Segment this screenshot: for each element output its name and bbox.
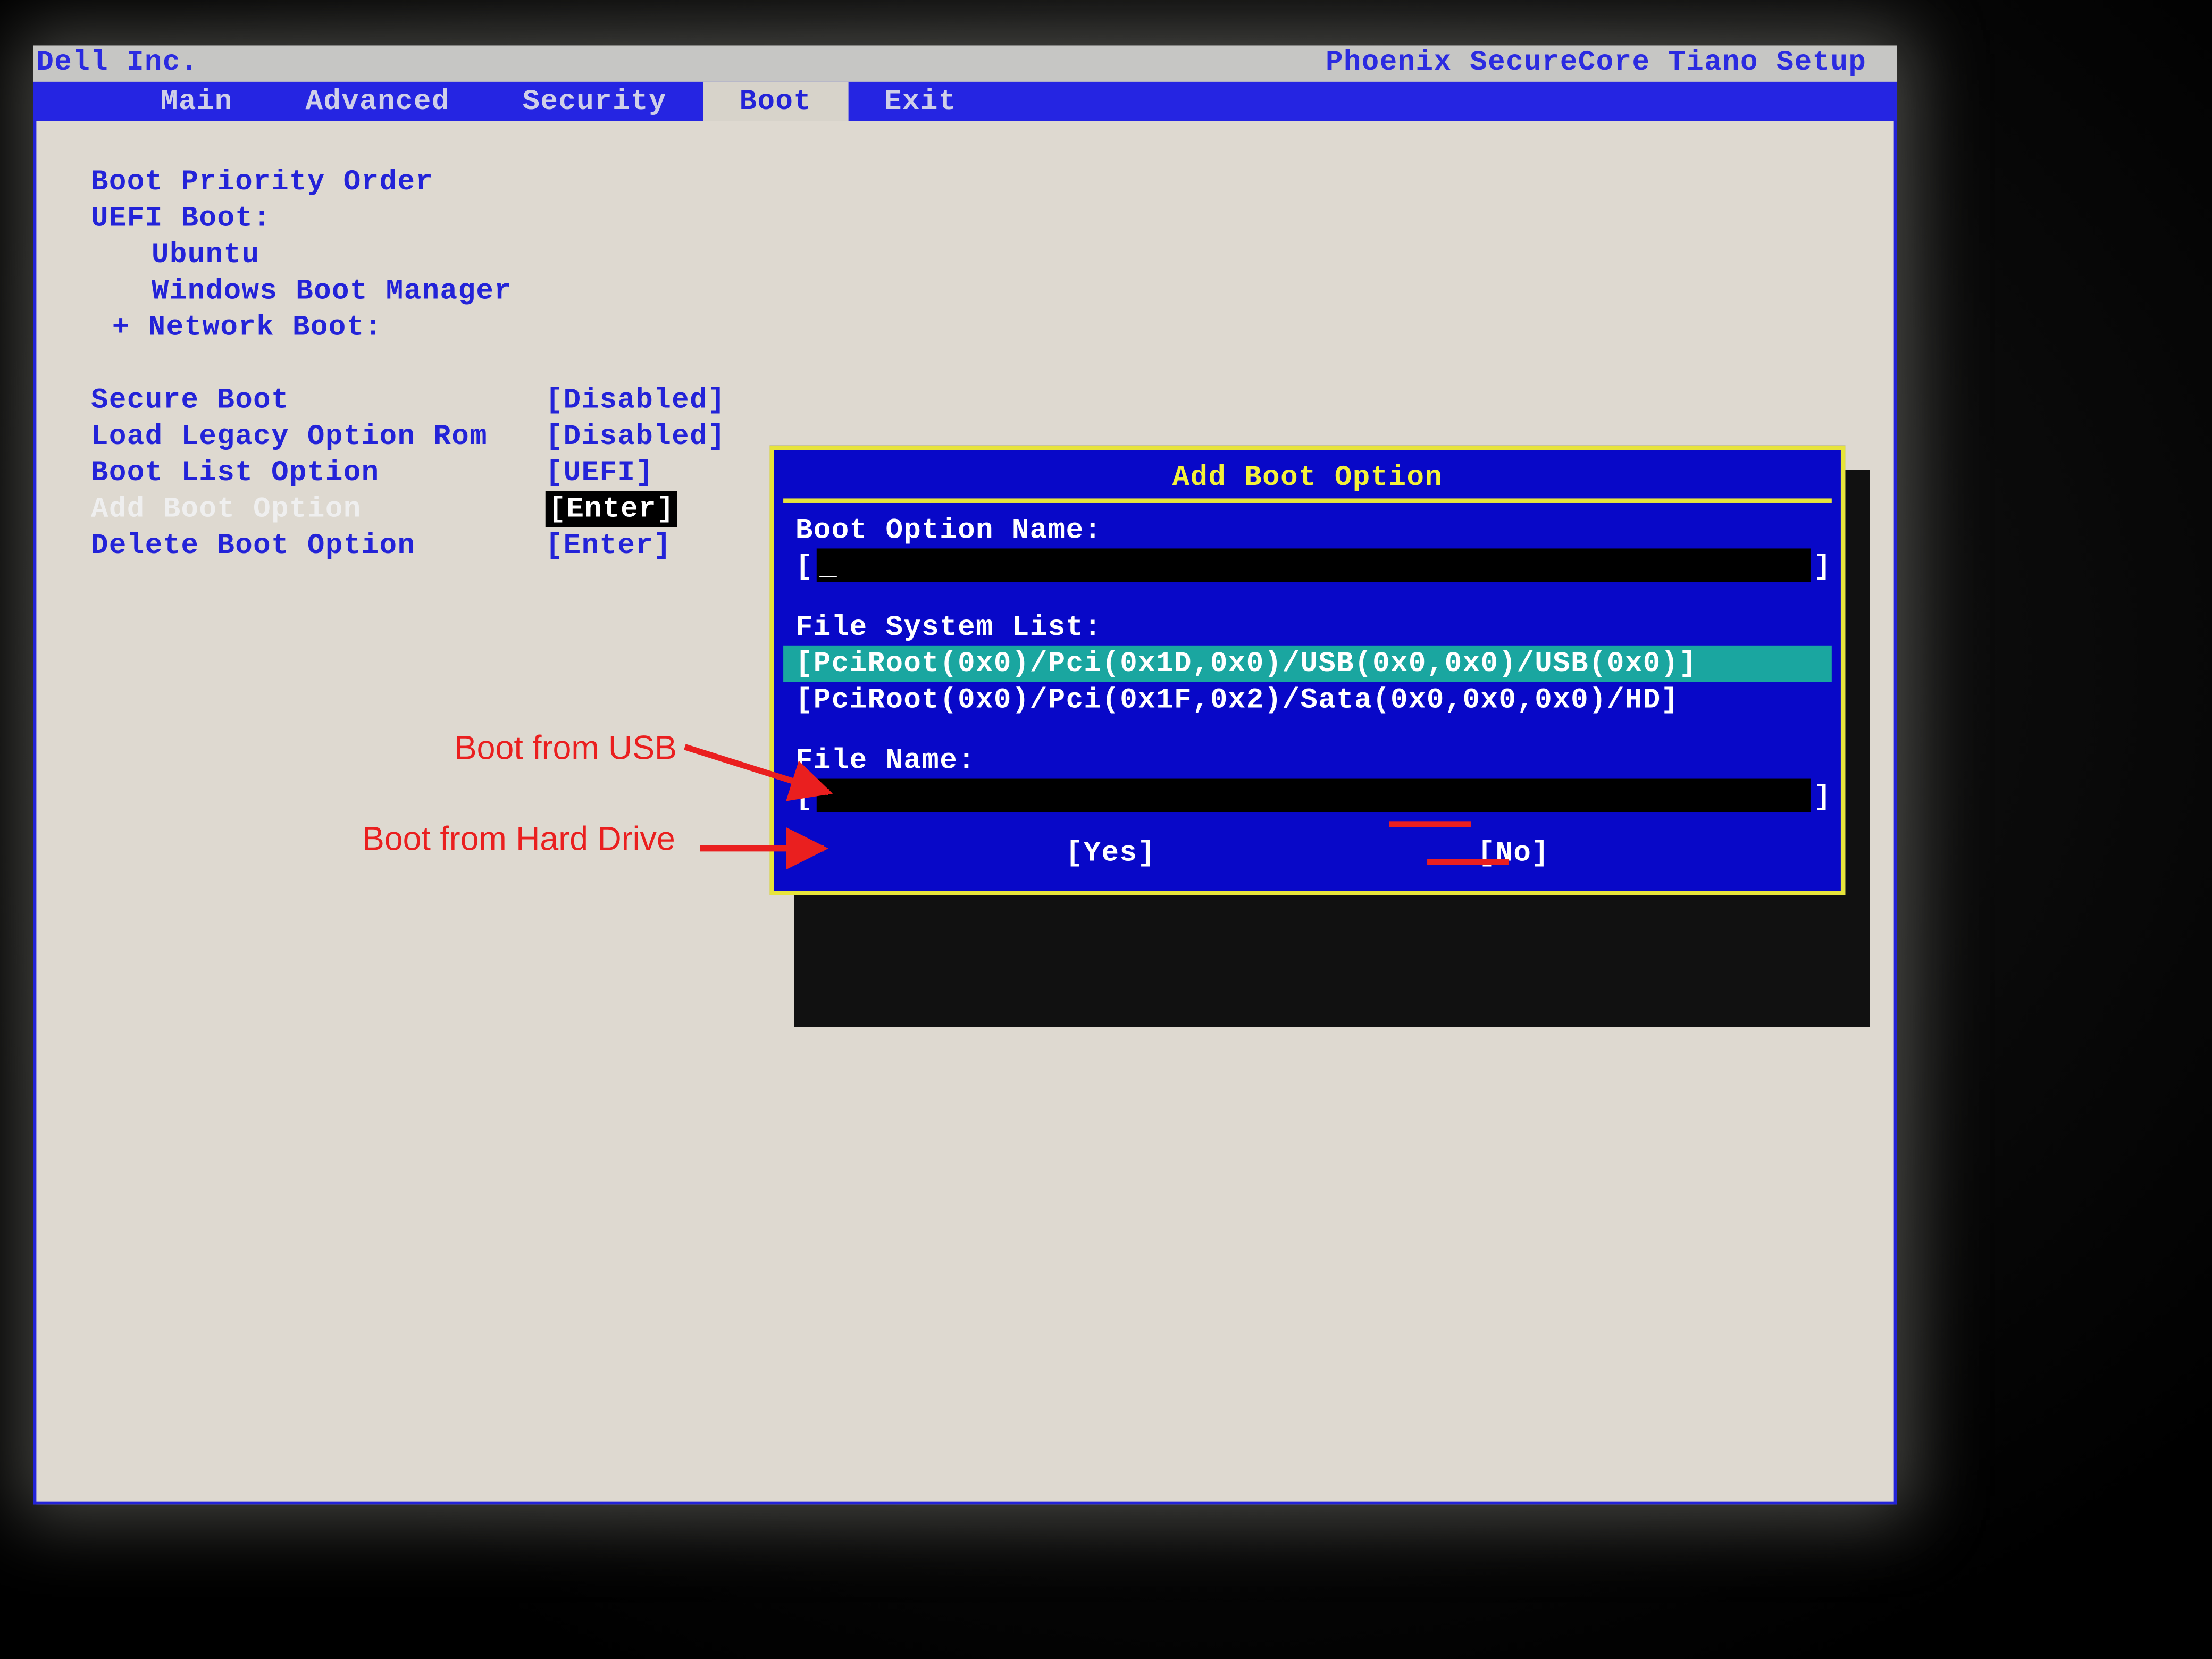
product-label: Phoenix SecureCore Tiano Setup xyxy=(1326,45,1897,81)
network-boot-label[interactable]: + Network Boot: xyxy=(91,309,1866,345)
dialog-buttons: [Yes] [No] xyxy=(783,815,1832,870)
underline-usb xyxy=(1389,821,1471,827)
tab-boot[interactable]: Boot xyxy=(703,82,848,121)
tab-main[interactable]: Main xyxy=(124,82,269,121)
boot-item-windows[interactable]: Windows Boot Manager xyxy=(91,273,1866,309)
underline-sata xyxy=(1427,859,1509,865)
yes-button[interactable]: [Yes] xyxy=(1066,836,1156,870)
tab-security[interactable]: Security xyxy=(486,82,703,121)
boot-option-name-field-row: [ _ ] xyxy=(783,548,1832,584)
annotation-hdd: Boot from Hard Drive xyxy=(362,819,675,859)
boot-priority-heading: Boot Priority Order xyxy=(91,164,1866,200)
boot-page: Boot Priority Order UEFI Boot: Ubuntu Wi… xyxy=(33,121,1897,1504)
boot-option-name-label: Boot Option Name: xyxy=(783,512,1832,548)
bios-screen: Dell Inc. Phoenix SecureCore Tiano Setup… xyxy=(33,45,1897,1504)
tab-advanced[interactable]: Advanced xyxy=(269,82,486,121)
brand-bar: Dell Inc. Phoenix SecureCore Tiano Setup xyxy=(33,45,1897,81)
arrow-usb-icon xyxy=(685,735,867,810)
dialog-rule xyxy=(783,498,1832,503)
vendor-label: Dell Inc. xyxy=(33,45,199,81)
boot-option-name-input[interactable]: _ xyxy=(817,548,1811,582)
fs-item-usb[interactable]: [PciRoot(0x0)/Pci(0x1D,0x0)/USB(0x0,0x0)… xyxy=(783,646,1832,682)
file-name-label: File Name: xyxy=(783,742,1832,778)
uefi-boot-label: UEFI Boot: xyxy=(91,200,1866,236)
add-boot-option-dialog: Add Boot Option Boot Option Name: [ _ ] … xyxy=(769,446,1845,895)
fs-item-sata[interactable]: [PciRoot(0x0)/Pci(0x1F,0x2)/Sata(0x0,0x0… xyxy=(783,682,1832,718)
boot-item-ubuntu[interactable]: Ubuntu xyxy=(91,236,1866,272)
dialog-title: Add Boot Option xyxy=(783,456,1832,499)
arrow-hdd-icon xyxy=(700,833,851,869)
file-name-input[interactable] xyxy=(817,779,1811,812)
tab-exit[interactable]: Exit xyxy=(848,82,993,121)
annotation-usb: Boot from USB xyxy=(455,729,677,768)
file-system-list-label: File System List: xyxy=(783,609,1832,645)
file-name-field-row: [ ] xyxy=(783,779,1832,815)
setting-secure-boot[interactable]: Secure Boot [Disabled] xyxy=(91,382,1866,418)
menu-bar: Main Advanced Security Boot Exit xyxy=(33,82,1897,121)
photo-frame: Dell Inc. Phoenix SecureCore Tiano Setup… xyxy=(0,0,2212,1659)
